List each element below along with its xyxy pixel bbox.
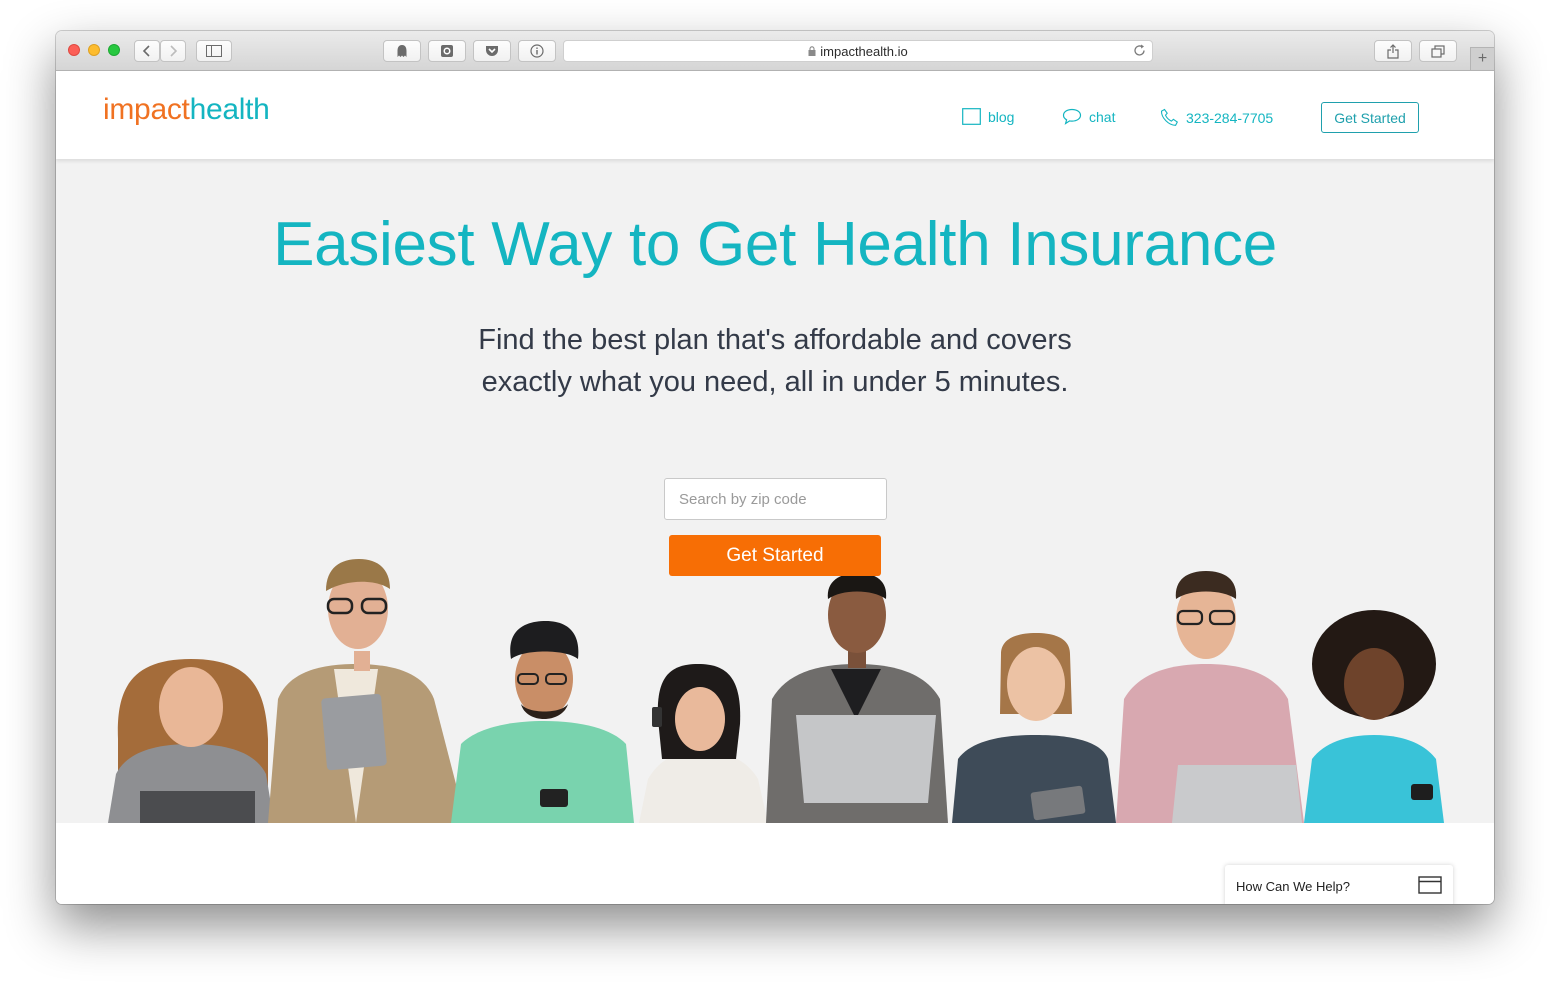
back-button[interactable]: [134, 40, 160, 62]
nav-blog-label: blog: [988, 108, 1015, 125]
lock-icon: [808, 46, 816, 56]
browser-window: impacthealth.io + impacthealth blog chat: [56, 31, 1494, 904]
logo-part-impact: impact: [103, 93, 190, 126]
site-header: impacthealth blog chat 323-284-7705 Get …: [56, 71, 1494, 159]
close-window-button[interactable]: [68, 44, 80, 56]
ghostery-extension-button[interactable]: [383, 40, 421, 62]
forward-button[interactable]: [160, 40, 186, 62]
info-icon: [530, 44, 544, 58]
ghostery-icon: [395, 44, 409, 58]
help-widget-label: How Can We Help?: [1236, 878, 1350, 894]
info-extension-button[interactable]: [518, 40, 556, 62]
tabs-icon: [1431, 44, 1445, 58]
nav-phone-number: 323-284-7705: [1186, 109, 1274, 126]
share-button[interactable]: [1374, 40, 1412, 62]
sidebar-icon: [206, 45, 222, 57]
hero-section: Easiest Way to Get Health Insurance Find…: [56, 159, 1494, 823]
blog-icon: [962, 108, 981, 125]
chat-icon: [1062, 108, 1082, 125]
nav-chat-label: chat: [1089, 108, 1116, 125]
forward-arrow-icon: [168, 45, 178, 57]
help-window-icon: [1418, 875, 1442, 897]
zip-code-search-input[interactable]: [664, 478, 887, 520]
minimize-window-button[interactable]: [88, 44, 100, 56]
pocket-icon: [485, 45, 499, 57]
person-8: [1304, 610, 1444, 823]
person-1: [108, 659, 274, 823]
nav-blog-link[interactable]: blog: [962, 108, 1014, 125]
show-tabs-button[interactable]: [1419, 40, 1457, 62]
nav-phone-link[interactable]: 323-284-7705: [1160, 108, 1273, 127]
logo-part-health: health: [189, 93, 270, 126]
back-arrow-icon: [142, 45, 152, 57]
person-4: [639, 664, 768, 823]
person-3: [451, 621, 634, 823]
help-widget[interactable]: How Can We Help?: [1225, 865, 1453, 904]
pocket-extension-button[interactable]: [473, 40, 511, 62]
person-7: [1116, 571, 1304, 823]
header-get-started-button[interactable]: Get Started: [1321, 102, 1419, 133]
nav-chat-link[interactable]: chat: [1062, 108, 1115, 125]
reload-icon[interactable]: [1133, 44, 1146, 60]
camera-extension-button[interactable]: [428, 40, 466, 62]
impacthealth-logo[interactable]: impacthealth: [103, 93, 270, 127]
zoom-window-button[interactable]: [108, 44, 120, 56]
address-bar-url: impacthealth.io: [820, 43, 908, 59]
hero-get-started-button[interactable]: Get Started: [669, 535, 881, 576]
new-tab-button[interactable]: +: [1470, 47, 1494, 70]
phone-icon: [1160, 108, 1179, 127]
person-2: [268, 559, 466, 823]
share-icon: [1387, 43, 1399, 59]
camera-icon: [440, 44, 454, 58]
browser-toolbar: impacthealth.io +: [56, 31, 1494, 71]
sidebar-button[interactable]: [196, 40, 232, 62]
webpage: impacthealth blog chat 323-284-7705 Get …: [56, 71, 1494, 904]
address-bar[interactable]: impacthealth.io: [563, 40, 1153, 62]
person-6: [952, 633, 1116, 823]
person-5: [766, 573, 948, 823]
